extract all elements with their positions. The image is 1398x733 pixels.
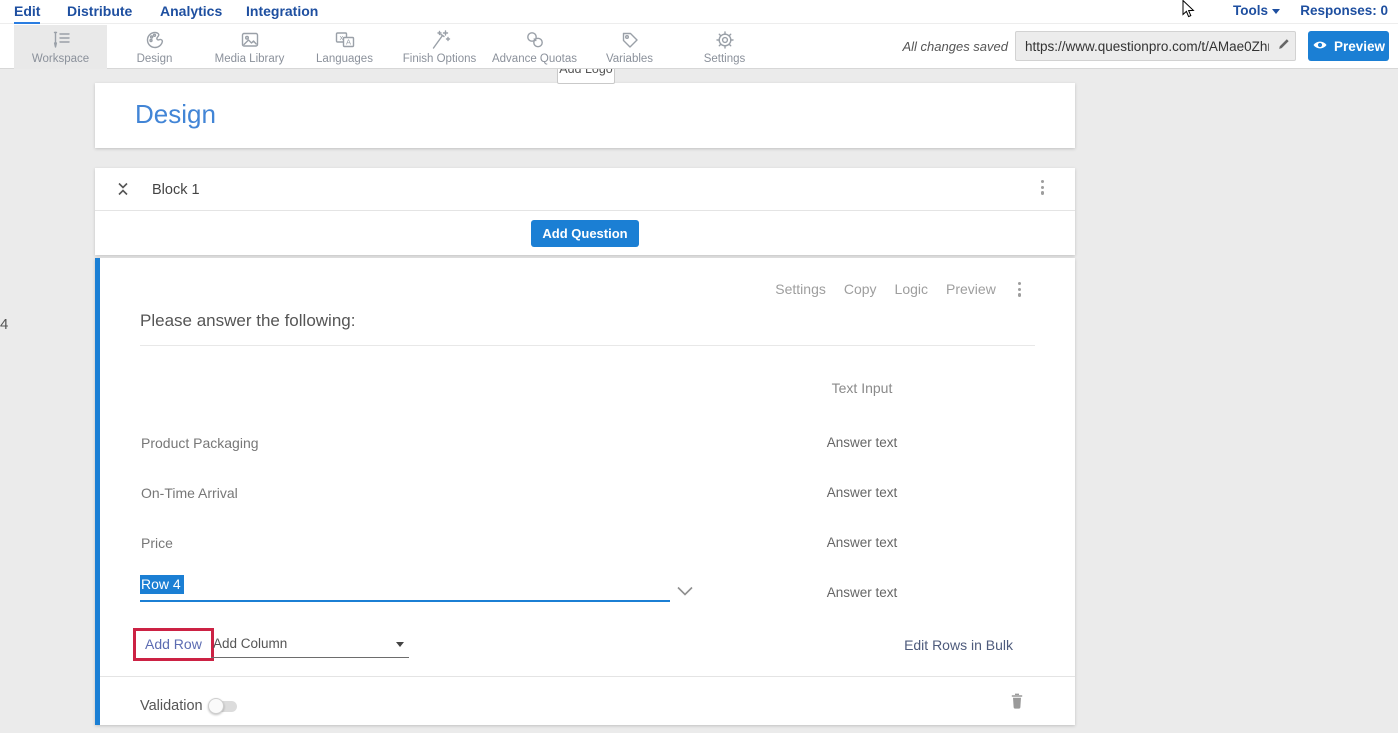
question-menu-kebab-icon[interactable] <box>1014 278 1025 301</box>
preview-button[interactable]: Preview <box>1308 31 1389 61</box>
workspace-icon <box>50 29 72 51</box>
question-preview-button[interactable]: Preview <box>946 281 996 297</box>
survey-url-input[interactable] <box>1016 39 1273 54</box>
answer-placeholder-1[interactable]: Answer text <box>737 435 987 450</box>
eye-icon <box>1312 39 1328 54</box>
wand-icon <box>429 29 451 51</box>
add-question-row: Add Question <box>95 212 1075 255</box>
menu-analytics[interactable]: Analytics <box>160 0 222 24</box>
validation-label: Validation <box>140 698 203 714</box>
collapse-block-icon[interactable] <box>115 181 131 202</box>
question-copy-button[interactable]: Copy <box>844 281 877 297</box>
top-menubar: Edit Distribute Analytics Integration To… <box>0 0 1398 24</box>
menu-integration[interactable]: Integration <box>246 0 318 24</box>
validation-row: Validation <box>100 676 1075 725</box>
question-logic-button[interactable]: Logic <box>895 281 928 297</box>
design-panel: Design <box>95 83 1075 148</box>
row-4-chevron-down-icon[interactable] <box>676 584 694 603</box>
tools-label: Tools <box>1233 3 1268 18</box>
tab-advance-quotas[interactable]: Advance Quotas <box>487 25 582 69</box>
column-header-text-input[interactable]: Text Input <box>737 380 987 396</box>
toolbar-tabs: Workspace Design Media Library xA Langua… <box>14 25 772 69</box>
edit-url-pencil-icon[interactable] <box>1273 36 1295 56</box>
tab-finish-options[interactable]: Finish Options <box>392 25 487 69</box>
page-title: Design <box>135 99 216 130</box>
validation-toggle[interactable] <box>210 701 237 712</box>
tab-label: Design <box>137 53 173 65</box>
row-4-input[interactable]: Row 4 <box>140 576 670 602</box>
edit-rows-in-bulk-link[interactable]: Edit Rows in Bulk <box>904 637 1013 653</box>
row-label-2[interactable]: On-Time Arrival <box>141 485 238 501</box>
question-title-wrap: Please answer the following: <box>140 311 1035 346</box>
gear-icon <box>714 29 736 51</box>
tab-media-library[interactable]: Media Library <box>202 25 297 69</box>
question-actions: Settings Copy Logic Preview <box>775 278 1025 301</box>
block-title: Block 1 <box>152 182 200 198</box>
palette-icon <box>144 29 166 51</box>
tab-label: Languages <box>316 53 373 65</box>
tab-workspace[interactable]: Workspace <box>14 25 107 69</box>
dropdown-arrow-icon <box>396 642 404 647</box>
responses-count[interactable]: Responses: 0 <box>1300 3 1388 18</box>
tag-icon <box>619 29 641 51</box>
links-icon <box>524 29 546 51</box>
tab-variables[interactable]: Variables <box>582 25 677 69</box>
question-card: Settings Copy Logic Preview Please answe… <box>95 258 1075 725</box>
tab-label: Media Library <box>215 53 285 65</box>
translate-icon: xA <box>334 29 356 51</box>
answer-placeholder-2[interactable]: Answer text <box>737 485 987 500</box>
chevron-down-icon <box>1272 9 1280 14</box>
answer-placeholder-3[interactable]: Answer text <box>737 535 987 550</box>
app-header: Edit Distribute Analytics Integration To… <box>0 0 1398 69</box>
tab-settings[interactable]: Settings <box>677 25 772 69</box>
menu-distribute[interactable]: Distribute <box>67 0 132 24</box>
tab-design[interactable]: Design <box>107 25 202 69</box>
tab-label: Workspace <box>32 53 89 65</box>
question-title[interactable]: Please answer the following: <box>140 311 355 330</box>
block-menu-kebab-icon[interactable] <box>1037 176 1048 199</box>
row-4-selected-text: Row 4 <box>140 575 184 594</box>
add-column-label: Add Column <box>213 636 287 651</box>
add-row-button[interactable]: Add Row <box>136 631 211 658</box>
menu-edit[interactable]: Edit <box>14 0 40 24</box>
toggle-knob <box>208 698 224 714</box>
add-column-dropdown[interactable]: Add Column <box>211 634 409 658</box>
survey-url-box <box>1015 31 1296 61</box>
add-question-button[interactable]: Add Question <box>531 220 638 247</box>
tools-menu[interactable]: Tools <box>1233 3 1280 18</box>
question-settings-button[interactable]: Settings <box>775 281 826 297</box>
block-header: Block 1 <box>95 168 1075 211</box>
row-label-3[interactable]: Price <box>141 535 173 551</box>
image-icon <box>239 29 261 51</box>
tab-label: Advance Quotas <box>492 53 577 65</box>
tab-languages[interactable]: xA Languages <box>297 25 392 69</box>
question-number: 4 <box>0 316 8 333</box>
tab-label: Settings <box>704 53 746 65</box>
save-status: All changes saved <box>893 39 1008 54</box>
block-panel: Block 1 Add Question <box>95 168 1075 255</box>
svg-text:A: A <box>345 38 350 47</box>
row-label-1[interactable]: Product Packaging <box>141 435 259 451</box>
tab-label: Finish Options <box>403 53 477 65</box>
preview-label: Preview <box>1334 39 1385 54</box>
delete-question-trash-icon[interactable] <box>1009 692 1025 715</box>
tab-label: Variables <box>606 53 653 65</box>
answer-placeholder-4[interactable]: Answer text <box>737 585 987 600</box>
add-row-highlight: Add Row <box>133 628 214 661</box>
